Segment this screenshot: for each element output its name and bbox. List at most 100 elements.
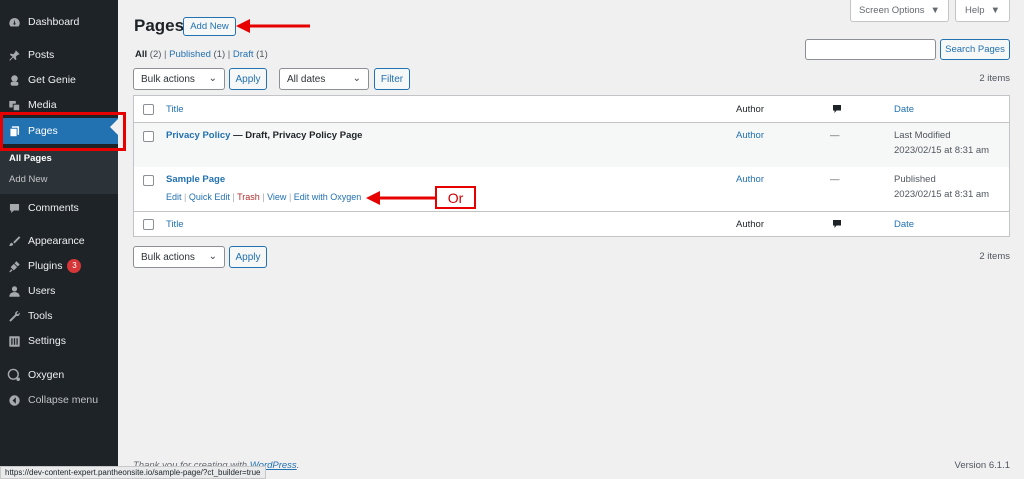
wp-version: Version 6.1.1: [954, 460, 1010, 471]
search-input[interactable]: [805, 39, 936, 60]
chevron-down-icon: ⌄: [352, 73, 361, 84]
sidebar-item-comments[interactable]: Comments: [0, 196, 118, 220]
date-value: 2023/02/15 at 8:31 am: [894, 145, 990, 156]
settings-icon: [7, 334, 21, 348]
or-annotation-label: Or: [435, 186, 476, 209]
sidebar-collapse-menu[interactable]: Collapse menu: [0, 388, 118, 412]
sidebar-item-label: Oxygen: [28, 369, 65, 381]
sidebar-item-appearance[interactable]: Appearance: [0, 229, 118, 253]
sidebar-item-dashboard[interactable]: Dashboard: [0, 10, 118, 34]
column-author: Author: [736, 104, 764, 115]
filter-button[interactable]: Filter: [374, 68, 410, 90]
trash-action[interactable]: Trash: [237, 192, 260, 202]
sidebar-item-label: Comments: [28, 202, 79, 214]
submenu-add-new[interactable]: Add New: [9, 174, 48, 185]
author-link[interactable]: Author: [736, 174, 764, 185]
collapse-icon: [7, 393, 21, 407]
sidebar-item-users[interactable]: Users: [0, 279, 118, 303]
dashboard-icon: [7, 15, 21, 29]
submenu-all-pages[interactable]: All Pages: [9, 153, 52, 164]
edit-with-oxygen-action[interactable]: Edit with Oxygen: [294, 192, 362, 202]
user-icon: [7, 284, 21, 298]
comment-icon: [7, 201, 21, 215]
plugin-update-badge: 3: [67, 259, 82, 273]
caret-down-icon: ▼: [990, 5, 1000, 16]
chevron-down-icon: ⌄: [208, 251, 217, 262]
page-title: Pages: [134, 16, 185, 35]
screen-options-label: Screen Options: [859, 5, 925, 16]
page-title-link[interactable]: Sample Page: [166, 174, 225, 185]
date-status: Published: [894, 174, 936, 185]
pin-icon: [7, 48, 21, 62]
row-checkbox[interactable]: [143, 131, 154, 142]
search-pages-button[interactable]: Search Pages: [940, 39, 1010, 60]
wrench-icon: [7, 309, 21, 323]
sidebar-item-oxygen[interactable]: Oxygen: [0, 363, 118, 387]
main-content: Screen Options ▼ Help ▼ Pages Add New Al…: [118, 0, 1024, 479]
quick-edit-action[interactable]: Quick Edit: [189, 192, 230, 202]
sidebar-item-settings[interactable]: Settings: [0, 329, 118, 353]
items-count-bottom: 2 items: [979, 251, 1010, 262]
sidebar-item-plugins[interactable]: Plugins 3: [0, 254, 118, 278]
column-date[interactable]: Date: [894, 219, 914, 230]
sidebar-item-label: Get Genie: [28, 74, 76, 86]
sidebar-item-get-genie[interactable]: Get Genie: [0, 68, 118, 92]
bulk-actions-value: Bulk actions: [141, 251, 195, 263]
sidebar-item-label: Plugins: [28, 260, 63, 272]
table-footer: Title Author Date: [134, 211, 1009, 237]
chevron-down-icon: ⌄: [208, 73, 217, 84]
caret-down-icon: ▼: [930, 5, 940, 16]
view-action[interactable]: View: [267, 192, 286, 202]
column-date[interactable]: Date: [894, 104, 914, 115]
items-count-top: 2 items: [979, 73, 1010, 84]
sidebar-item-tools[interactable]: Tools: [0, 304, 118, 328]
pages-table: Title Author Date Privacy Policy — Draft…: [133, 95, 1010, 237]
column-title[interactable]: Title: [166, 219, 184, 230]
genie-icon: [7, 73, 21, 87]
add-new-button[interactable]: Add New: [183, 17, 236, 36]
bulk-actions-select-top[interactable]: Bulk actions ⌄: [133, 68, 225, 90]
row-actions: Edit | Quick Edit | Trash | View | Edit …: [166, 192, 362, 202]
select-all-checkbox[interactable]: [143, 104, 154, 115]
view-filters: All (2) | Published (1) | Draft (1): [135, 49, 268, 60]
page-title-link[interactable]: Privacy Policy: [166, 130, 230, 141]
view-published[interactable]: Published: [169, 49, 211, 60]
sidebar-item-label: Posts: [28, 49, 55, 61]
brush-icon: [7, 234, 21, 248]
status-bar-url: https://dev-content-expert.pantheonsite.…: [0, 466, 266, 479]
media-icon: [7, 98, 21, 112]
sidebar-item-label: Dashboard: [28, 16, 80, 28]
comment-icon[interactable]: [832, 104, 842, 114]
view-all[interactable]: All: [135, 49, 147, 60]
table-row: Privacy Policy — Draft, Privacy Policy P…: [134, 123, 1009, 167]
select-all-checkbox[interactable]: [143, 219, 154, 230]
bulk-actions-select-bottom[interactable]: Bulk actions ⌄: [133, 246, 225, 268]
view-all-count: (2): [149, 49, 162, 60]
table-header: Title Author Date: [134, 96, 1009, 123]
sidebar-item-label: Collapse menu: [28, 394, 99, 406]
page-state: — Draft, Privacy Policy Page: [230, 130, 363, 141]
edit-oxygen-arrow: [366, 191, 436, 205]
help-button[interactable]: Help ▼: [955, 0, 1010, 22]
date-filter-value: All dates: [287, 73, 326, 85]
row-checkbox[interactable]: [143, 175, 154, 186]
author-link[interactable]: Author: [736, 130, 764, 141]
apply-button-bottom[interactable]: Apply: [229, 246, 267, 268]
sidebar-item-posts[interactable]: Posts: [0, 43, 118, 67]
sidebar-item-label: Users: [28, 285, 56, 297]
apply-button-top[interactable]: Apply: [229, 68, 267, 90]
edit-action[interactable]: Edit: [166, 192, 182, 202]
sidebar-item-label: Tools: [28, 310, 53, 322]
view-draft[interactable]: Draft: [233, 49, 254, 60]
column-title[interactable]: Title: [166, 104, 184, 115]
table-row: Sample Page Edit | Quick Edit | Trash | …: [134, 167, 1009, 211]
view-published-count: (1): [213, 49, 226, 60]
bulk-actions-value: Bulk actions: [141, 73, 195, 85]
date-filter-select[interactable]: All dates ⌄: [279, 68, 369, 90]
comment-count: —: [830, 130, 840, 141]
pages-highlight-box: [0, 112, 126, 151]
comment-icon[interactable]: [832, 219, 842, 229]
footer-period: .: [296, 460, 300, 471]
sidebar-item-label: Media: [28, 99, 57, 111]
screen-options-button[interactable]: Screen Options ▼: [850, 0, 949, 22]
